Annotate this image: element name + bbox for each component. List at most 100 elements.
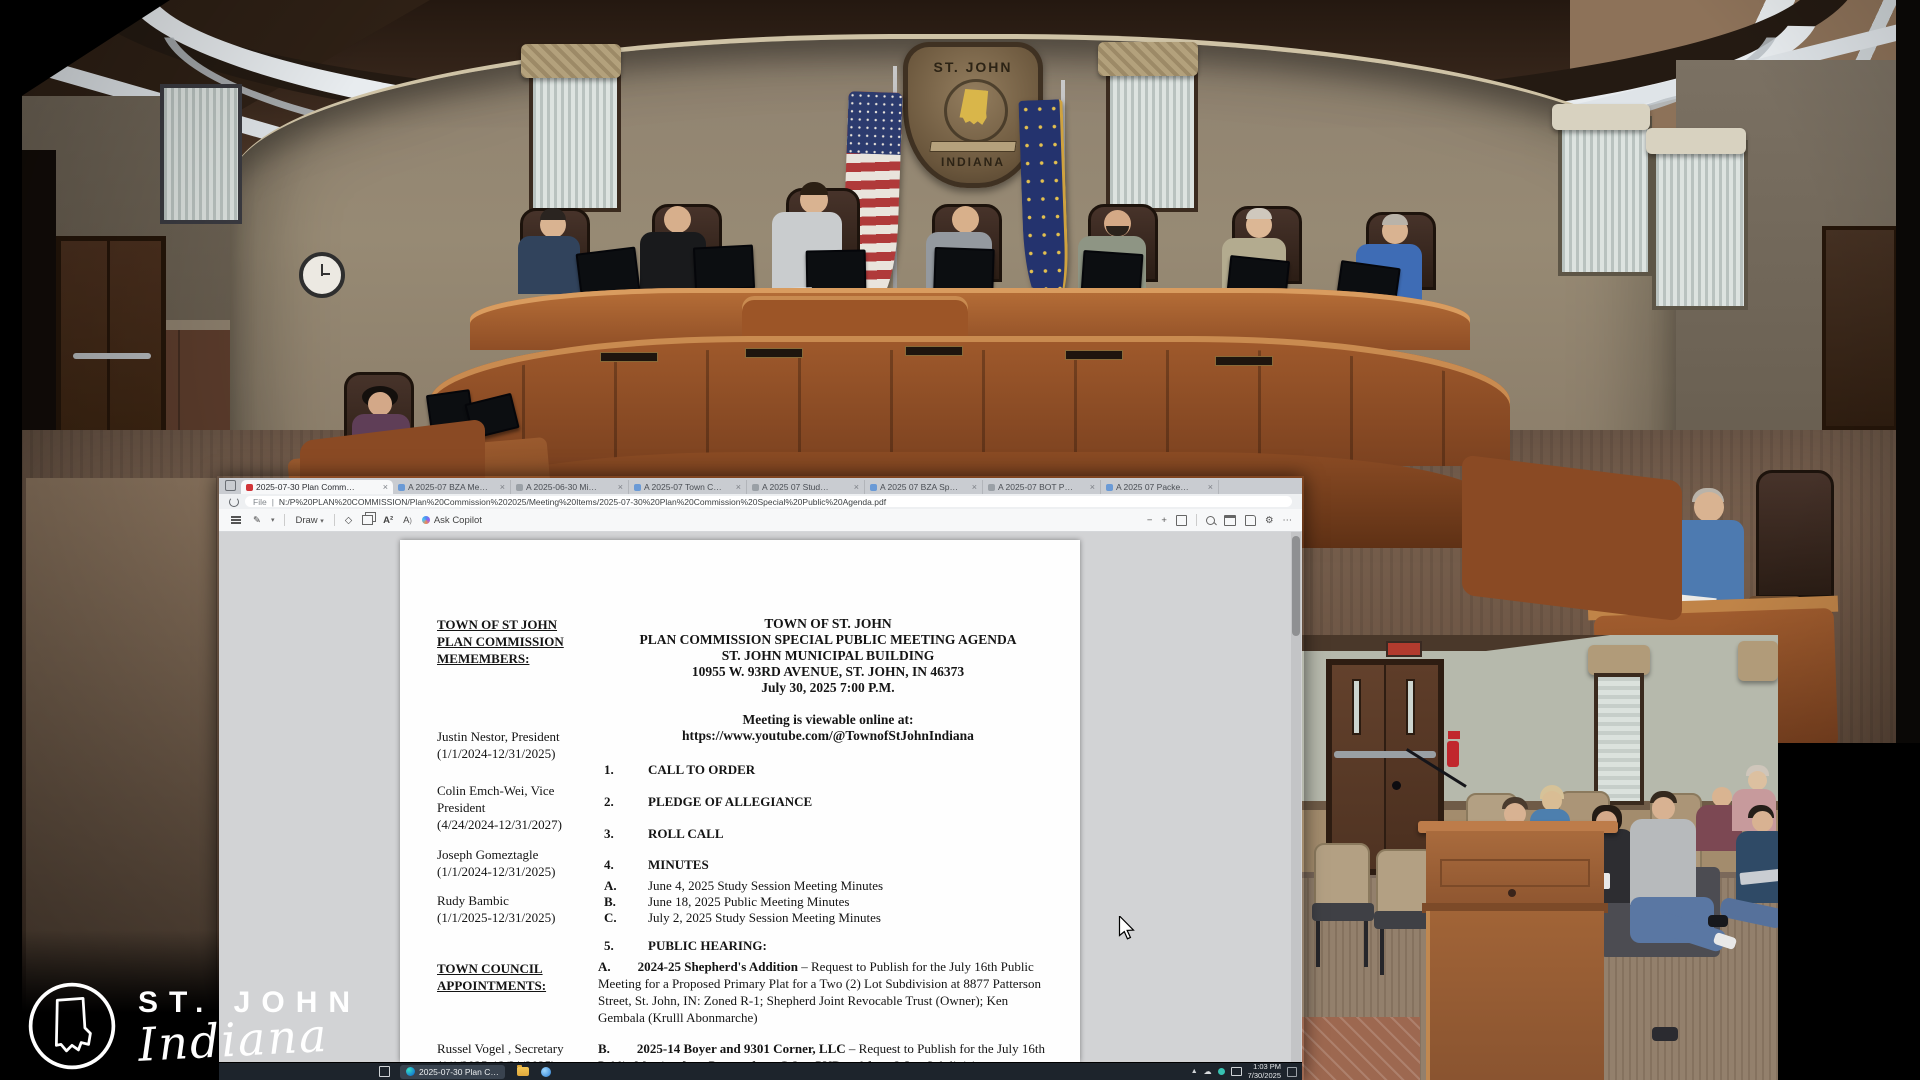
minimized-window-icon[interactable]: [379, 1066, 390, 1077]
podium-keyhole: [1508, 889, 1516, 897]
tray-expand-icon[interactable]: ▲: [1191, 1068, 1198, 1075]
browser-tab[interactable]: A 2025-07 BZA Me… ×: [393, 480, 511, 494]
zoom-in-button[interactable]: +: [1161, 515, 1167, 526]
audience-member: [1630, 819, 1696, 905]
browser-address-bar: File | N:/P%20PLAN%20COMMISSION/Plan%20C…: [219, 494, 1302, 509]
person-head: [1752, 811, 1773, 832]
doc-favicon: [870, 483, 877, 491]
browser-tab-active[interactable]: 2025-07-30 Plan Comm… ×: [241, 480, 393, 494]
tab-close-icon[interactable]: ×: [972, 482, 977, 492]
tab-title: 2025-07-30 Plan Comm…: [256, 482, 355, 492]
browser-tab[interactable]: A 2025 07 Stud… ×: [747, 480, 865, 494]
valance-right-2: [1646, 128, 1746, 154]
nameplate: [1065, 350, 1123, 360]
cloud-icon[interactable]: ☁: [1204, 1067, 1212, 1076]
zoom-out-button[interactable]: −: [1147, 515, 1153, 526]
podium-drawer: [1440, 859, 1590, 887]
toolbar-divider: [284, 514, 286, 526]
person-head: [952, 206, 979, 233]
tab-close-icon[interactable]: ×: [736, 482, 741, 492]
fire-extinguisher-sign: [1448, 731, 1460, 739]
edge-task-button[interactable]: 2025-07-30 Plan C…: [400, 1064, 505, 1079]
browser-tab[interactable]: A 2025-07 Town C… ×: [629, 480, 747, 494]
person-head: [1712, 787, 1732, 807]
show-desktop-icon[interactable]: [1287, 1066, 1297, 1077]
url-field[interactable]: File | N:/P%20PLAN%20COMMISSION/Plan%20C…: [245, 496, 1292, 507]
browser-tab[interactable]: A 2025 07 Packe… ×: [1101, 480, 1219, 494]
save-icon[interactable]: [1244, 514, 1256, 526]
text-size-icon[interactable]: A²: [383, 515, 393, 526]
inset-valance-partial: [1738, 641, 1778, 681]
tab-title: A 2025 07 Packe…: [1116, 482, 1189, 492]
pen-icon[interactable]: ✎: [253, 515, 261, 526]
tab-title: A 2025-07 Town C…: [644, 482, 722, 492]
person-head: [1694, 492, 1724, 522]
menu-icon[interactable]: [231, 519, 241, 521]
fit-page-icon[interactable]: [1175, 514, 1187, 526]
highlight-icon[interactable]: ◇: [345, 515, 352, 526]
desk-monitor: [692, 244, 756, 292]
file-explorer-icon[interactable]: [516, 1065, 529, 1076]
commissioner: [518, 236, 580, 294]
browser-tab[interactable]: A 2025-07 BOT P… ×: [983, 480, 1101, 494]
ask-copilot-button[interactable]: Ask Copilot: [421, 515, 482, 526]
status-icon[interactable]: [1217, 1068, 1225, 1075]
display-icon[interactable]: [1230, 1067, 1242, 1076]
print-icon[interactable]: [1223, 514, 1236, 526]
reload-icon[interactable]: [229, 496, 239, 507]
browser-tab-bar: 2025-07-30 Plan Comm… × A 2025-07 BZA Me…: [219, 478, 1302, 494]
pdf-toolbar: ✎ ▾ Draw ▾ ◇ A² A) Ask Copilot − + ⚙ ⋯: [219, 509, 1302, 532]
more-options-icon[interactable]: ⋯: [1283, 515, 1293, 526]
nameplate: [745, 348, 803, 358]
window-right-1: [1558, 116, 1652, 276]
chair-leg: [1364, 921, 1368, 967]
url-text: N:/P%20PLAN%20COMMISSION/Plan%20Commissi…: [278, 496, 887, 507]
tab-close-icon[interactable]: ×: [618, 482, 623, 492]
doc-favicon: [988, 483, 995, 491]
search-icon[interactable]: [1205, 515, 1215, 525]
seal-banner: [929, 141, 1017, 152]
left-black-bar: [0, 0, 22, 1080]
page-view-icon[interactable]: [362, 515, 374, 525]
tab-close-icon[interactable]: ×: [854, 482, 859, 492]
shoe: [1708, 915, 1728, 927]
seal-top-text: ST. JOHN: [933, 59, 1013, 75]
tab-title: A 2025 07 BZA Sp…: [880, 482, 958, 492]
bottom-right-black: [1778, 743, 1920, 1080]
tab-search-icon[interactable]: [225, 480, 236, 491]
url-separator: |: [271, 496, 274, 507]
copilot-icon: [421, 516, 430, 524]
window-back-left: [529, 58, 621, 212]
settings-gear-icon[interactable]: ⚙: [1265, 515, 1274, 526]
tab-close-icon[interactable]: ×: [500, 482, 505, 492]
window-far-left: [160, 84, 242, 224]
tab-close-icon[interactable]: ×: [383, 482, 388, 492]
shoe: [1652, 1027, 1678, 1041]
toolbar-divider: [333, 514, 335, 526]
person-head: [1652, 797, 1675, 820]
taskbar-clock[interactable]: 1:03 PM 7/30/2025: [1248, 1062, 1281, 1080]
app-icon[interactable]: [540, 1066, 551, 1077]
valance-back-right: [1098, 42, 1198, 76]
chevron-down-icon[interactable]: ▾: [271, 516, 275, 524]
doc-favicon: [398, 483, 405, 491]
pdf-favicon: [246, 483, 253, 491]
browser-tab[interactable]: A 2025-06-30 Mi… ×: [511, 480, 629, 494]
person-head: [664, 206, 691, 233]
browser-tab[interactable]: A 2025 07 BZA Sp… ×: [865, 480, 983, 494]
tab-title: A 2025-07 BOT P…: [998, 482, 1073, 492]
person-head: [1542, 791, 1562, 811]
chair-leg: [1380, 929, 1384, 975]
tab-close-icon[interactable]: ×: [1208, 482, 1213, 492]
us-flag-canton: [846, 91, 903, 155]
read-aloud-icon[interactable]: A): [403, 515, 412, 526]
person-hair: [1382, 214, 1408, 225]
pdf-page: [400, 540, 1080, 1062]
inset-window: [1594, 673, 1644, 805]
scrollbar-thumb[interactable]: [1292, 536, 1300, 636]
tab-close-icon[interactable]: ×: [1090, 482, 1095, 492]
logo-script: Indiana: [136, 1007, 330, 1072]
draw-button[interactable]: Draw ▾: [295, 515, 323, 526]
toolbar-divider: [1195, 514, 1197, 526]
pdf-toolbar-right: − + ⚙ ⋯: [1147, 514, 1292, 526]
